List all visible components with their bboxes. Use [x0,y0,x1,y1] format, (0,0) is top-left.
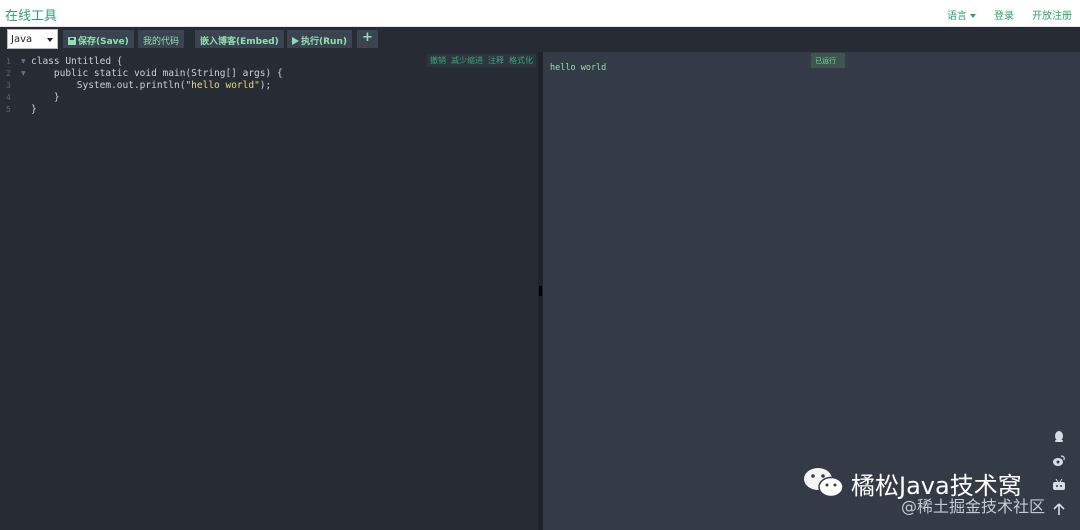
code-segment: ); [259,80,272,91]
watermark-subtitle: @稀土掘金技术社区 [901,497,1046,516]
fold-arrow-icon[interactable]: ▼ [21,70,26,77]
save-button[interactable]: 保存(Save) [63,30,134,48]
format-tool[interactable]: 格式化 [509,55,533,67]
editor-toolbar: Java 保存(Save) 我的代码 嵌入博客(Embed) 执行(Run) + [0,27,1080,52]
side-floating-icons [1053,428,1066,524]
watermark: 橘松Java技术窝 @稀土掘金技术社区 [803,466,1053,526]
output-panel: 已运行 hello world [543,52,1080,530]
line-number: 4 [6,93,11,102]
play-icon [292,37,299,45]
run-button-label: 执行(Run) [301,37,347,47]
comment-tool[interactable]: 注释 [488,55,504,67]
code-line: class Untitled { [31,56,123,67]
embed-button[interactable]: 嵌入博客(Embed) [195,30,284,48]
add-button[interactable]: + [357,30,378,48]
chevron-down-icon [970,14,976,18]
language-select[interactable]: Java [7,29,58,49]
output-status-badge: 已运行 [811,53,845,68]
back-to-top-icon[interactable] [1053,500,1065,515]
run-button[interactable]: 执行(Run) [287,30,352,48]
outdent-tool[interactable]: 减少缩进 [451,55,483,67]
wechat-logo-icon [804,468,844,498]
code-line: System.out.println("hello world"); [31,80,272,91]
language-menu[interactable]: 语言 [947,7,976,22]
line-number: 3 [6,81,11,90]
editor-tools: 撤销 减少缩进 注释 格式化 [427,54,536,67]
brand-title[interactable]: 在线工具 [5,5,57,24]
save-icon [68,37,76,45]
top-navbar: 在线工具 语言 登录 开放注册 [0,0,1080,27]
top-nav-menu: 语言 登录 开放注册 [947,7,1072,22]
code-line: } [31,104,37,115]
bilibili-icon[interactable] [1053,476,1065,490]
splitter-grip-handle[interactable] [539,286,542,296]
line-number: 5 [6,105,11,114]
code-line: } [31,92,60,103]
fold-arrow-icon[interactable]: ▼ [21,58,26,65]
code-editor[interactable]: 撤销 减少缩进 注释 格式化 1 ▼ class Untitled { 2 ▼ … [0,52,538,530]
dropdown-arrow-icon [47,38,53,42]
code-string-literal: "hello world" [185,80,260,91]
save-button-label: 保存(Save) [78,37,129,47]
line-number: 1 [6,57,11,66]
my-code-button[interactable]: 我的代码 [138,30,185,48]
undo-tool[interactable]: 撤销 [430,55,446,67]
qq-icon[interactable] [1053,428,1065,442]
language-select-value: Java [11,34,33,45]
code-line: public static void main(String[] args) { [31,68,283,79]
login-link[interactable]: 登录 [994,7,1014,22]
register-link[interactable]: 开放注册 [1032,7,1072,22]
code-segment: System.out.println( [31,80,186,91]
output-text: hello world [550,63,607,73]
language-menu-label: 语言 [947,11,967,22]
line-number: 2 [6,69,11,78]
weibo-icon[interactable] [1053,452,1065,466]
